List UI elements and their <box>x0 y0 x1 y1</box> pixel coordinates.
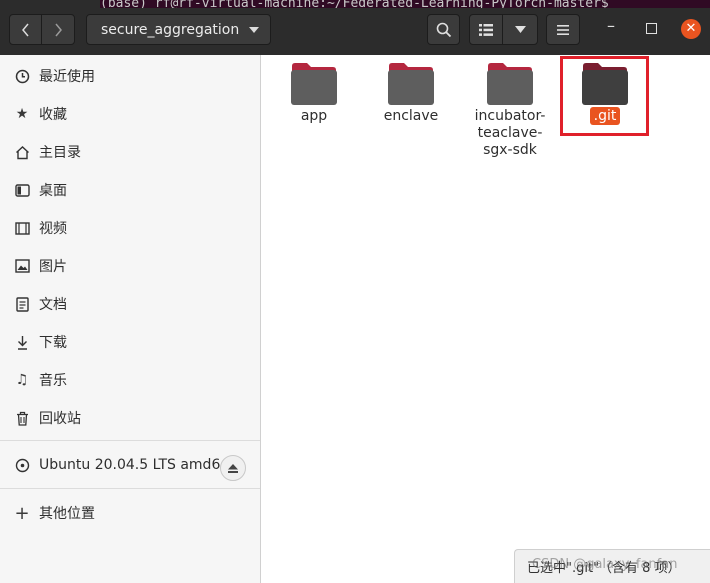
sidebar-item-label: 收藏 <box>39 107 67 123</box>
sidebar-item-label: Ubuntu 20.04.5 LTS amd64 <box>39 457 230 473</box>
eject-icon <box>228 463 238 473</box>
plus-icon: + <box>14 502 30 524</box>
path-bar-button[interactable]: secure_aggregation <box>86 14 271 45</box>
sidebar-item-other-locations[interactable]: + 其他位置 <box>0 495 260 531</box>
sidebar-item-home[interactable]: 主目录 <box>0 134 260 170</box>
sidebar-item-label: 下载 <box>39 335 67 351</box>
chevron-down-icon <box>514 26 526 33</box>
folder-item[interactable]: incubator-teaclave-sgx-sdk <box>468 62 552 159</box>
chevron-right-icon <box>55 23 62 36</box>
sidebar-item-recent[interactable]: 最近使用 <box>0 58 260 94</box>
view-options-button[interactable] <box>502 14 538 45</box>
forward-button[interactable] <box>41 14 75 45</box>
list-view-button[interactable] <box>469 14 503 45</box>
folder-item[interactable]: app <box>274 62 354 125</box>
trash-icon <box>14 410 30 426</box>
close-icon[interactable]: ✕ <box>681 19 701 39</box>
folder-name: app <box>300 108 328 124</box>
sidebar-divider <box>0 440 260 441</box>
sidebar-item-label: 回收站 <box>39 411 81 427</box>
selection-status-text: 已选中".git"（含有 8 项） <box>527 561 681 576</box>
header-bar: (base) rf@rf-virtual-machine:~/Federated… <box>0 0 710 55</box>
sidebar-item-starred[interactable]: ★ 收藏 <box>0 96 260 132</box>
download-icon <box>14 334 30 350</box>
video-icon <box>14 220 30 236</box>
sidebar-item-music[interactable]: ♫ 音乐 <box>0 362 260 398</box>
sidebar-item-documents[interactable]: 文档 <box>0 286 260 322</box>
back-button[interactable] <box>9 14 42 45</box>
folder-item[interactable]: enclave <box>371 62 451 125</box>
sidebar: 最近使用 ★ 收藏 主目录 桌面 视频 图片 文档 下载 ♫ 音乐 回收站 Ub… <box>0 55 261 583</box>
sidebar-item-downloads[interactable]: 下载 <box>0 324 260 360</box>
disc-icon <box>14 457 30 473</box>
background-terminal-text: (base) rf@rf-virtual-machine:~/Federated… <box>100 0 710 8</box>
clock-icon <box>14 68 30 84</box>
sidebar-item-label: 主目录 <box>39 145 81 161</box>
folder-icon <box>388 63 434 105</box>
minimize-icon[interactable]: – <box>603 18 619 36</box>
folder-name: enclave <box>383 108 439 124</box>
annotation-highlight-box <box>560 56 649 136</box>
chevron-left-icon <box>21 23 29 36</box>
folder-icon <box>291 63 337 105</box>
sidebar-item-label: 视频 <box>39 221 67 237</box>
sidebar-item-label: 最近使用 <box>39 69 95 85</box>
music-icon: ♫ <box>15 372 29 388</box>
sidebar-divider <box>0 488 260 489</box>
selection-status: 已选中".git"（含有 8 项） <box>514 549 710 583</box>
list-view-icon <box>479 23 493 36</box>
hamburger-menu-icon <box>557 24 569 35</box>
sidebar-item-pictures[interactable]: 图片 <box>0 248 260 284</box>
star-icon: ★ <box>15 106 29 122</box>
current-folder-label: secure_aggregation <box>101 21 240 38</box>
home-icon <box>14 144 30 160</box>
sidebar-item-label: 其他位置 <box>39 506 95 522</box>
sidebar-item-label: 桌面 <box>39 183 67 199</box>
folder-name: incubator-teaclave-sgx-sdk <box>474 108 546 158</box>
sidebar-item-label: 图片 <box>39 259 67 275</box>
eject-button[interactable] <box>220 455 246 481</box>
picture-icon <box>14 258 30 274</box>
sidebar-item-videos[interactable]: 视频 <box>0 210 260 246</box>
sidebar-item-desktop[interactable]: 桌面 <box>0 172 260 208</box>
main-menu-button[interactable] <box>546 14 580 45</box>
document-icon <box>14 296 30 312</box>
desktop-icon <box>14 182 30 198</box>
search-icon <box>436 22 451 37</box>
search-button[interactable] <box>427 14 460 45</box>
maximize-icon[interactable] <box>646 23 657 34</box>
chevron-down-icon <box>249 27 259 33</box>
sidebar-item-label: 音乐 <box>39 373 67 389</box>
sidebar-item-trash[interactable]: 回收站 <box>0 400 260 436</box>
sidebar-item-label: 文档 <box>39 297 67 313</box>
folder-icon <box>487 63 533 105</box>
